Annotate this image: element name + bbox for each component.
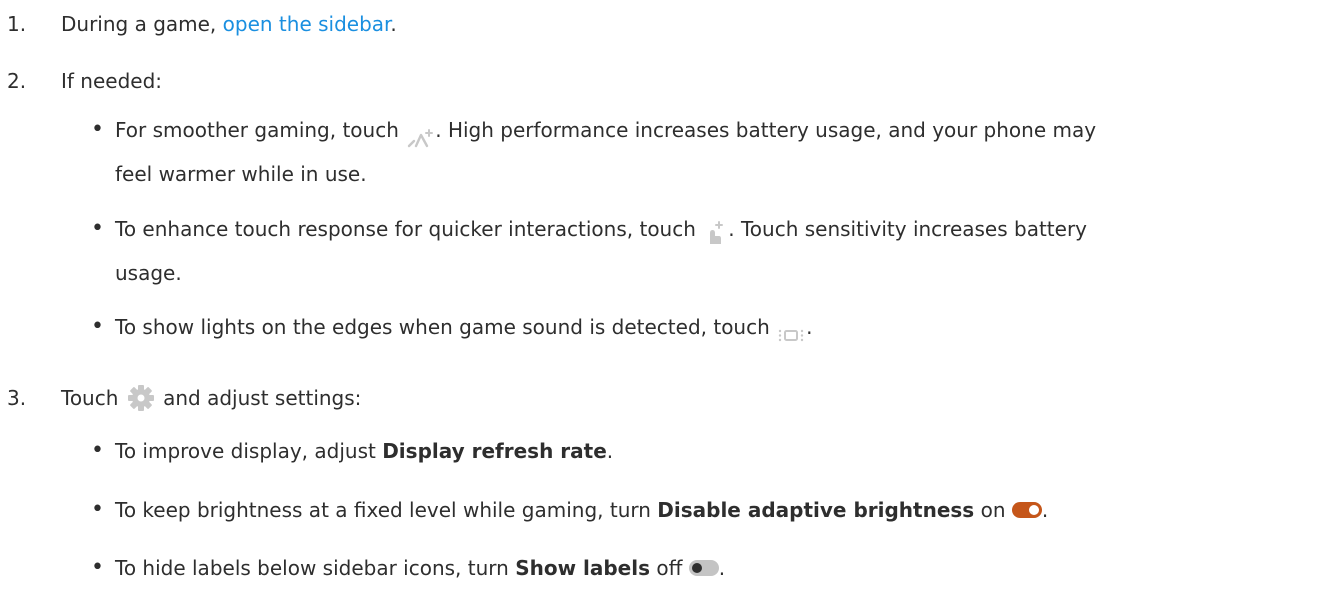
setting-name: Show labels: [515, 556, 651, 580]
bullet-text: To show lights on the edges when game so…: [115, 315, 813, 341]
edge-lights-icon: [776, 316, 806, 341]
setting-name: Display refresh rate: [382, 439, 607, 463]
bullet-dot: •: [91, 314, 104, 339]
toggle-knob: [691, 562, 702, 573]
bullet-dot: •: [91, 438, 104, 463]
high-performance-icon: [405, 119, 435, 147]
setting-name: Disable adaptive brightness: [657, 498, 975, 522]
bullet-text: To keep brightness at a fixed level whil…: [115, 498, 1049, 522]
bullet-text: To improve display, adjust Display refre…: [115, 439, 614, 463]
toggle-off-icon: [688, 559, 719, 576]
bullet-dot: •: [91, 216, 104, 241]
step-number: 2.: [7, 69, 27, 93]
bullet-text: To enhance touch response for quicker in…: [115, 216, 1088, 285]
bullet-dot: •: [91, 497, 104, 522]
gear-icon: [125, 384, 157, 411]
bullet-text: To hide labels below sidebar icons, turn…: [115, 556, 726, 580]
step-text: If needed:: [61, 69, 163, 93]
toggle-knob: [1028, 504, 1039, 515]
bullet-text: For smoother gaming, touch . High perfor…: [115, 118, 1097, 186]
open-sidebar-link[interactable]: open the sidebar: [223, 12, 391, 36]
toggle-on-icon: [1011, 501, 1042, 518]
step-number: 3.: [7, 386, 27, 410]
step-text: During a game, open the sidebar.: [61, 12, 397, 36]
step-text: Touch and adjust settings:: [61, 384, 362, 411]
step-number: 1.: [7, 12, 27, 36]
bullet-dot: •: [91, 117, 104, 142]
touch-sensitivity-icon: [702, 216, 728, 244]
bullet-dot: •: [91, 555, 104, 580]
